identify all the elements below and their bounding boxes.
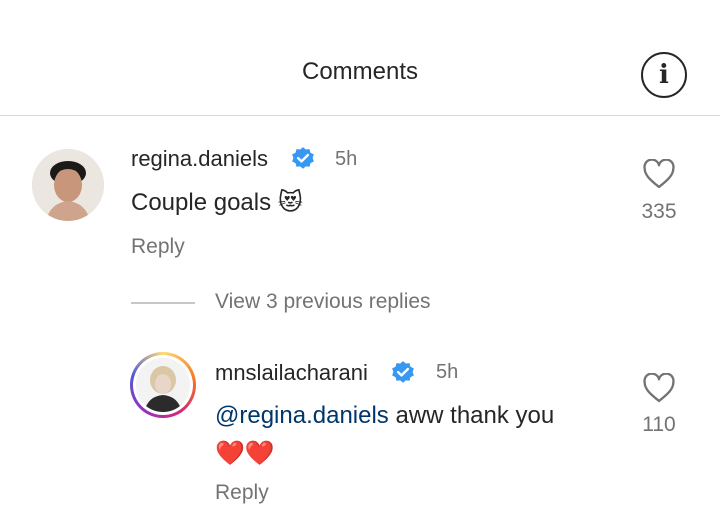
like-count: 110 (642, 413, 676, 436)
emoji: ❤️❤️ (215, 440, 275, 467)
view-previous-replies-button[interactable]: View 3 previous replies (215, 290, 431, 314)
avatar[interactable] (130, 352, 196, 418)
reply-time: 5h (436, 361, 459, 383)
avatar[interactable] (32, 149, 104, 221)
comment-username[interactable]: regina.daniels (131, 146, 268, 172)
reply-button[interactable]: Reply (215, 481, 269, 505)
avatar-photo (32, 149, 104, 221)
comments-header: Comments i (0, 0, 720, 116)
divider (131, 302, 195, 304)
page-title: Comments (301, 58, 419, 85)
heart-icon[interactable] (642, 373, 676, 403)
verified-badge-icon (392, 361, 414, 383)
like-count: 335 (641, 200, 677, 223)
comment-body: Couple goals (131, 189, 272, 216)
emoji: 😻 (277, 189, 303, 216)
avatar-photo (136, 358, 190, 412)
verified-badge-icon (292, 147, 314, 169)
info-icon[interactable]: i (641, 52, 687, 98)
reply-username[interactable]: mnslailacharani (215, 360, 368, 386)
reply-text: @regina.daniels aww thank you ❤️❤️ (215, 397, 615, 473)
comment-text: Couple goals 😻 (131, 184, 303, 222)
comment-time: 5h (335, 148, 358, 170)
reply-button[interactable]: Reply (131, 235, 185, 259)
heart-icon[interactable] (642, 159, 676, 189)
mention-link[interactable]: @regina.daniels (215, 402, 389, 429)
reply-body: aww thank you (388, 402, 555, 429)
